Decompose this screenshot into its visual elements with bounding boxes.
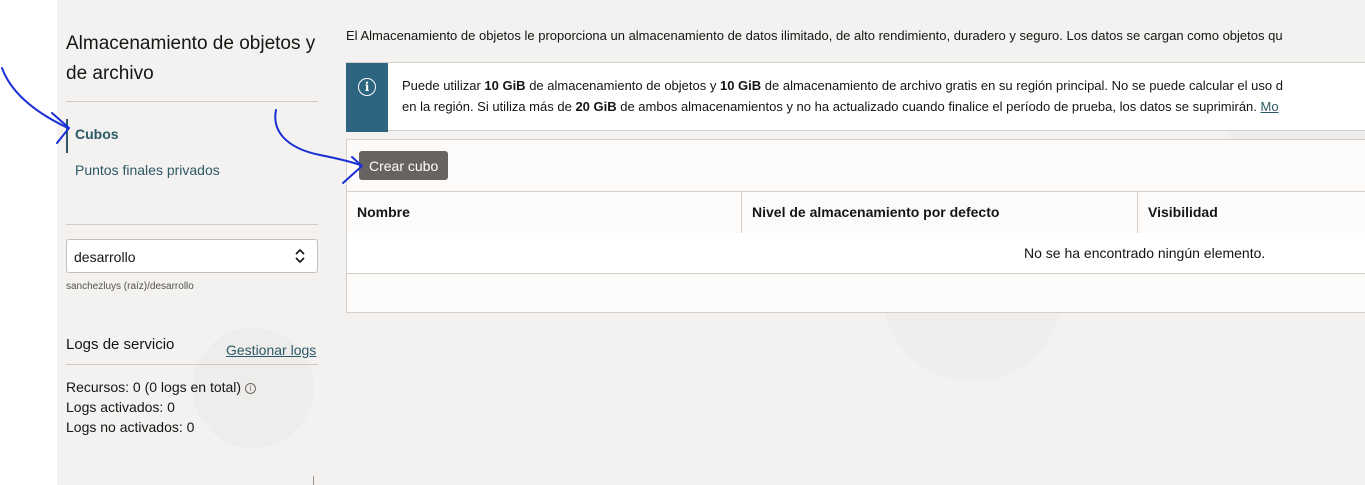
logs-resources: Recursos: 0 (0 logs en total) i [66, 379, 257, 395]
table-header: Nombre Nivel de almacenamiento por defec… [347, 191, 1365, 234]
table-empty-row: No se ha encontrado ningún elemento. [347, 233, 1365, 274]
notice-strip: i [346, 63, 388, 132]
notice-more-link[interactable]: Mo [1261, 99, 1279, 114]
info-icon: i [358, 78, 376, 96]
intro-text: El Almacenamiento de objetos le proporci… [346, 28, 1283, 43]
sidebar-item-puntos-finales-privados[interactable]: Puntos finales privados [75, 162, 220, 178]
notice-bold: 20 GiB [575, 99, 617, 114]
sidebar-divider [66, 364, 318, 365]
column-header-nombre[interactable]: Nombre [357, 192, 410, 233]
sidebar-divider [66, 101, 318, 102]
sidebar-title: Almacenamiento de objetos y de archivo [66, 33, 316, 84]
chevron-updown-icon [295, 248, 305, 264]
notice-text-part: de almacenamiento de archivo gratis en s… [761, 78, 1283, 93]
column-header-visibilidad[interactable]: Visibilidad [1137, 192, 1218, 233]
logs-disabled: Logs no activados: 0 [66, 419, 195, 435]
notice-text: Puede utilizar 10 GiB de almacenamiento … [402, 75, 1283, 117]
create-bucket-button[interactable]: Crear cubo [359, 151, 449, 180]
notice-text-part: de almacenamiento de objetos y [525, 78, 720, 93]
notice-text-part: Puede utilizar [402, 78, 485, 93]
active-indicator [66, 119, 68, 153]
notice-bold: 10 GiB [719, 78, 762, 93]
compartment-value: desarrollo [74, 249, 136, 265]
console-page: Almacenamiento de objetos y de archivo C… [57, 0, 1365, 485]
notice-bold: 10 GiB [484, 78, 526, 93]
compartment-select[interactable]: desarrollo [66, 239, 318, 273]
logs-resources-text: Recursos: 0 (0 logs en total) [66, 379, 242, 395]
notice-text-part: de ambos almacenamientos y no ha actuali… [616, 99, 1261, 114]
vertical-divider [313, 476, 314, 485]
info-small-icon[interactable]: i [245, 382, 257, 394]
manage-logs-link[interactable]: Gestionar logs [226, 342, 316, 358]
sidebar-divider [66, 224, 318, 225]
column-header-nivel[interactable]: Nivel de almacenamiento por defecto [741, 192, 999, 233]
logs-enabled: Logs activados: 0 [66, 399, 175, 415]
sidebar-item-cubos[interactable]: Cubos [75, 126, 119, 142]
logs-title: Logs de servicio [66, 336, 175, 353]
info-notice: i Puede utilizar 10 GiB de almacenamient… [346, 62, 1365, 132]
empty-message: No se ha encontrado ningún elemento. [1024, 245, 1266, 261]
compartment-path: sanchezluys (raíz)/desarrollo [66, 281, 194, 292]
notice-text-part: en la región. Si utiliza más de [402, 99, 576, 114]
buckets-panel: Crear cubo Nombre Nivel de almacenamient… [346, 139, 1365, 313]
